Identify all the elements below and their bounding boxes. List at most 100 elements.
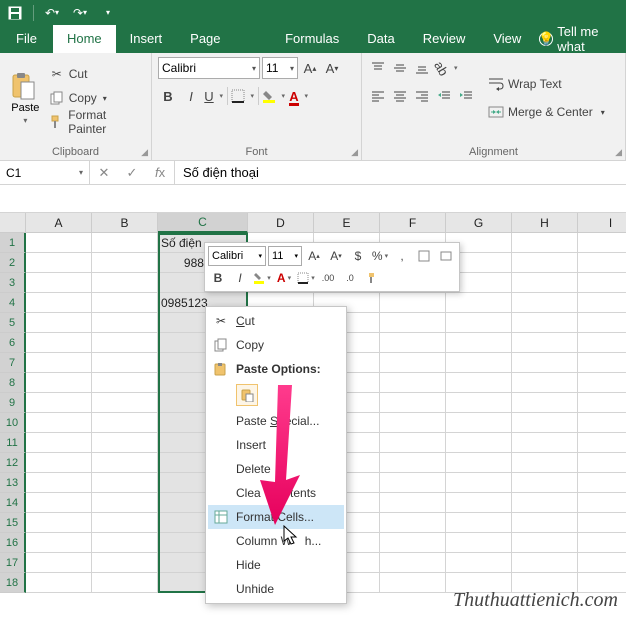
font-name-combo[interactable]: Calibri▾ <box>158 57 260 79</box>
cell-A6[interactable] <box>26 333 92 353</box>
select-all-corner[interactable] <box>0 213 26 233</box>
align-center-icon[interactable] <box>390 85 410 107</box>
cell-G16[interactable] <box>446 533 512 553</box>
mini-inc-decimal-icon[interactable]: .00 <box>318 268 338 288</box>
cell-F13[interactable] <box>380 473 446 493</box>
mini-format-painter-icon[interactable] <box>362 268 382 288</box>
cell-I13[interactable] <box>578 473 626 493</box>
align-middle-icon[interactable] <box>390 57 410 79</box>
cell-A10[interactable] <box>26 413 92 433</box>
qat-customize-icon[interactable]: ▾ <box>98 3 118 23</box>
cell-I14[interactable] <box>578 493 626 513</box>
cell-H10[interactable] <box>512 413 578 433</box>
cell-I17[interactable] <box>578 553 626 573</box>
enter-formula-icon[interactable]: ✓ <box>118 165 146 181</box>
cell-B17[interactable] <box>92 553 158 573</box>
tab-view[interactable]: View <box>479 25 535 53</box>
cell-F6[interactable] <box>380 333 446 353</box>
mini-font-combo[interactable]: Calibri▾ <box>208 246 266 266</box>
cell-A14[interactable] <box>26 493 92 513</box>
fx-icon[interactable]: fx <box>146 165 174 180</box>
cell-H3[interactable] <box>512 273 578 293</box>
mini-italic-icon[interactable]: I <box>230 268 250 288</box>
cell-I8[interactable] <box>578 373 626 393</box>
cell-I4[interactable] <box>578 293 626 313</box>
cell-B13[interactable] <box>92 473 158 493</box>
tab-file[interactable]: File <box>0 25 53 53</box>
cell-A2[interactable] <box>26 253 92 273</box>
cell-H8[interactable] <box>512 373 578 393</box>
italic-button[interactable]: I <box>181 85 201 107</box>
cell-B7[interactable] <box>92 353 158 373</box>
cell-A11[interactable] <box>26 433 92 453</box>
alignment-launcher-icon[interactable]: ◢ <box>615 145 622 159</box>
cell-A8[interactable] <box>26 373 92 393</box>
format-painter-button[interactable]: Format Painter <box>49 111 145 133</box>
col-header-A[interactable]: A <box>26 213 92 233</box>
tab-insert[interactable]: Insert <box>116 25 177 53</box>
cell-B11[interactable] <box>92 433 158 453</box>
mini-borders-icon[interactable] <box>414 246 434 266</box>
cell-G13[interactable] <box>446 473 512 493</box>
row-header-1[interactable]: 1 <box>0 233 26 253</box>
col-header-H[interactable]: H <box>512 213 578 233</box>
cell-F11[interactable] <box>380 433 446 453</box>
cell-A15[interactable] <box>26 513 92 533</box>
ctx-copy[interactable]: Copy <box>208 333 344 357</box>
mini-border-dd-icon[interactable] <box>296 268 316 288</box>
fill-color-button[interactable] <box>262 85 286 107</box>
row-header-11[interactable]: 11 <box>0 433 26 453</box>
bold-button[interactable]: B <box>158 85 178 107</box>
cell-I16[interactable] <box>578 533 626 553</box>
formula-bar[interactable]: Số điện thoại <box>175 161 626 184</box>
cell-F15[interactable] <box>380 513 446 533</box>
cell-G5[interactable] <box>446 313 512 333</box>
cell-B9[interactable] <box>92 393 158 413</box>
cell-B18[interactable] <box>92 573 158 593</box>
col-header-G[interactable]: G <box>446 213 512 233</box>
cell-G15[interactable] <box>446 513 512 533</box>
cell-A12[interactable] <box>26 453 92 473</box>
ctx-insert[interactable]: Insert <box>208 433 344 457</box>
cell-B16[interactable] <box>92 533 158 553</box>
increase-font-icon[interactable]: A▴ <box>300 57 320 79</box>
cell-I15[interactable] <box>578 513 626 533</box>
cell-A9[interactable] <box>26 393 92 413</box>
mini-merge-icon[interactable] <box>436 246 456 266</box>
row-header-9[interactable]: 9 <box>0 393 26 413</box>
cell-B1[interactable] <box>92 233 158 253</box>
mini-percent-icon[interactable]: % <box>370 246 390 266</box>
ctx-paste-special[interactable]: Paste Special... <box>208 409 344 433</box>
cell-F16[interactable] <box>380 533 446 553</box>
cell-G7[interactable] <box>446 353 512 373</box>
cell-H1[interactable] <box>512 233 578 253</box>
ctx-paste-option-default[interactable] <box>208 381 344 409</box>
mini-increase-font-icon[interactable]: A▴ <box>304 246 324 266</box>
increase-indent-icon[interactable] <box>456 85 476 107</box>
cell-H16[interactable] <box>512 533 578 553</box>
cell-H4[interactable] <box>512 293 578 313</box>
cell-B4[interactable] <box>92 293 158 313</box>
mini-decrease-font-icon[interactable]: A▾ <box>326 246 346 266</box>
tab-page-layout[interactable]: Page Layout <box>176 25 271 53</box>
cell-H17[interactable] <box>512 553 578 573</box>
cell-G8[interactable] <box>446 373 512 393</box>
cell-H5[interactable] <box>512 313 578 333</box>
cell-F7[interactable] <box>380 353 446 373</box>
cell-G4[interactable] <box>446 293 512 313</box>
ctx-delete[interactable]: Delete <box>208 457 344 481</box>
row-header-2[interactable]: 2 <box>0 253 26 273</box>
align-top-icon[interactable] <box>368 57 388 79</box>
cell-A7[interactable] <box>26 353 92 373</box>
col-header-D[interactable]: D <box>248 213 314 233</box>
ctx-cut[interactable]: ✂ Cut <box>208 309 344 333</box>
row-header-13[interactable]: 13 <box>0 473 26 493</box>
cell-H12[interactable] <box>512 453 578 473</box>
cell-G11[interactable] <box>446 433 512 453</box>
orientation-icon[interactable]: ab <box>434 57 458 79</box>
col-header-E[interactable]: E <box>314 213 380 233</box>
cell-B10[interactable] <box>92 413 158 433</box>
cell-H11[interactable] <box>512 433 578 453</box>
cell-F12[interactable] <box>380 453 446 473</box>
mini-fill-color-icon[interactable] <box>252 268 272 288</box>
